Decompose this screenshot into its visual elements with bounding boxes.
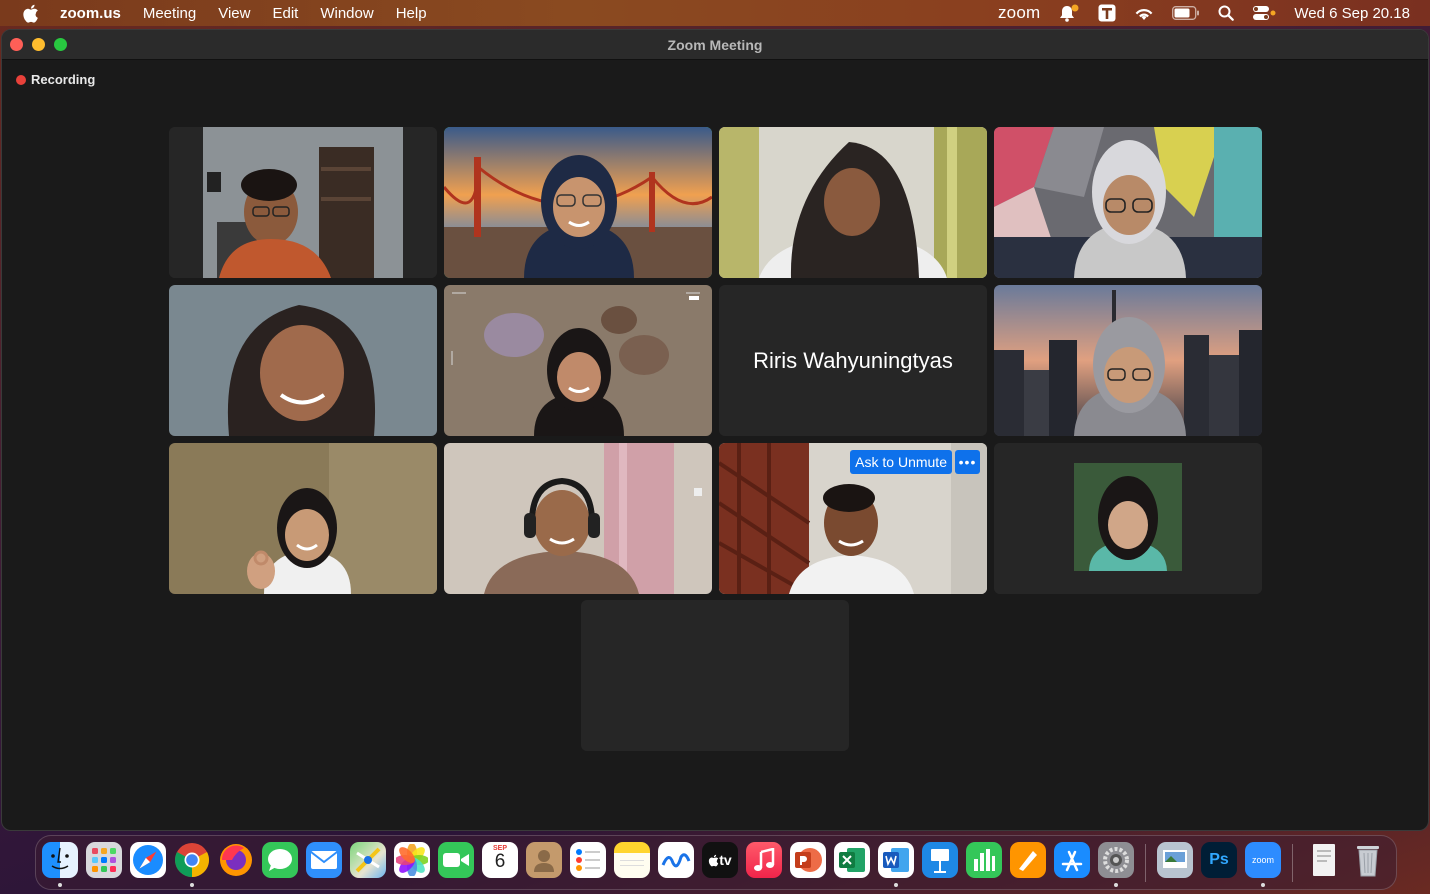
dock-messages-icon[interactable] (262, 842, 298, 878)
dock-photoshop-icon[interactable]: Ps (1201, 842, 1237, 878)
dock-excel-icon[interactable] (834, 842, 870, 878)
video-tile-2-active-speaker[interactable] (444, 127, 712, 278)
window-title: Zoom Meeting (667, 36, 763, 53)
video-tile-3[interactable] (719, 127, 987, 278)
video-tile-9[interactable] (169, 443, 437, 594)
participant-video (444, 285, 712, 436)
participant-video (169, 443, 437, 594)
participant-video (719, 127, 987, 278)
participant-video (994, 127, 1262, 278)
video-tile-11[interactable]: Ask to Unmute ••• (719, 443, 987, 594)
dock-photos-icon[interactable] (394, 842, 430, 878)
battery-icon[interactable] (1172, 6, 1200, 20)
video-tile-7-name-card[interactable]: Riris Wahyuningtyas (719, 285, 987, 436)
video-tile-13-empty[interactable] (581, 600, 849, 751)
video-tile-8[interactable] (994, 285, 1262, 436)
close-window-button[interactable] (10, 38, 23, 51)
dock-app-store-icon[interactable] (1054, 842, 1090, 878)
participant-video (444, 127, 712, 278)
dock-finder-icon[interactable] (42, 842, 78, 878)
video-tile-6[interactable] (444, 285, 712, 436)
dock-word-icon[interactable] (878, 842, 914, 878)
notification-bell-icon[interactable] (1058, 4, 1080, 22)
minimize-window-button[interactable] (32, 38, 45, 51)
dock-music-icon[interactable] (746, 842, 782, 878)
participant-profile-picture (994, 443, 1262, 594)
dock-notes-icon[interactable] (614, 842, 650, 878)
menu-view[interactable]: View (207, 5, 261, 22)
wifi-icon[interactable] (1134, 6, 1154, 21)
dock: SEP 6 tv Ps zoom (35, 835, 1397, 890)
menu-meeting[interactable]: Meeting (132, 5, 207, 22)
dock-calendar-icon[interactable]: SEP 6 (482, 842, 518, 878)
dock-preview-icon[interactable] (1157, 842, 1193, 878)
dock-maps-icon[interactable] (350, 842, 386, 878)
dock-trash-icon[interactable] (1350, 842, 1386, 878)
chrome-running-dot (190, 883, 194, 887)
dock-reminders-icon[interactable] (570, 842, 606, 878)
dock-documents-stack-icon[interactable] (1306, 842, 1342, 878)
calendar-day: 6 (494, 851, 506, 872)
zoom-running-dot (1261, 883, 1265, 887)
video-tile-5[interactable] (169, 285, 437, 436)
dock-contacts-icon[interactable] (526, 842, 562, 878)
dock-launchpad-icon[interactable] (86, 842, 122, 878)
video-tile-10[interactable] (444, 443, 712, 594)
dock-system-settings-icon[interactable] (1098, 842, 1134, 878)
menu-window[interactable]: Window (309, 5, 384, 22)
settings-running-dot (1114, 883, 1118, 887)
tv-label: tv (719, 852, 732, 868)
window-controls (10, 38, 76, 51)
window-titlebar: Zoom Meeting (2, 30, 1428, 60)
dock-safari-icon[interactable] (130, 842, 166, 878)
participant-name-card: Riris Wahyuningtyas (753, 347, 953, 373)
dock-powerpoint-icon[interactable] (790, 842, 826, 878)
video-tile-12-profile-photo[interactable] (994, 443, 1262, 594)
participant-video (169, 127, 437, 278)
participant-video (169, 285, 437, 436)
recording-indicator[interactable]: Recording (16, 72, 95, 87)
more-options-button[interactable]: ••• (955, 450, 980, 474)
search-icon[interactable] (1218, 5, 1235, 21)
dock-separator (1145, 844, 1146, 882)
participant-video (444, 443, 712, 594)
dock-apple-tv-icon[interactable]: tv (702, 842, 738, 878)
video-tile-4[interactable] (994, 127, 1262, 278)
menu-bar: zoom.us Meeting View Edit Window Help zo… (0, 0, 1430, 26)
dock-chrome-icon[interactable] (174, 842, 210, 878)
dock-mail-icon[interactable] (306, 842, 342, 878)
video-tile-1[interactable] (169, 127, 437, 278)
zoom-window-button[interactable] (54, 38, 67, 51)
recording-label: Recording (31, 72, 96, 87)
menu-edit[interactable]: Edit (261, 5, 309, 22)
ask-to-unmute-button[interactable]: Ask to Unmute (850, 450, 952, 474)
word-running-dot (894, 883, 898, 887)
control-center-icon[interactable] (1252, 5, 1276, 21)
dock-firefox-icon[interactable] (218, 842, 254, 878)
dock-facetime-icon[interactable] (438, 842, 474, 878)
menu-clock[interactable]: Wed 6 Sep 20.18 (1294, 5, 1410, 22)
dock-keynote-icon[interactable] (922, 842, 958, 878)
text-t-icon[interactable] (1098, 4, 1116, 22)
participant-video (994, 285, 1262, 436)
recording-dot-icon (16, 74, 26, 85)
menu-help[interactable]: Help (385, 5, 438, 22)
dock-zoom-icon[interactable]: zoom (1245, 842, 1281, 878)
dock-freeform-icon[interactable] (658, 842, 694, 878)
dock-numbers-icon[interactable] (966, 842, 1002, 878)
apple-menu-icon[interactable] (0, 4, 60, 23)
dock-separator (1292, 844, 1293, 882)
zoom-status-item[interactable]: zoom (998, 3, 1040, 23)
zoom-meeting-window: Zoom Meeting Recording Riris Wahyuningty… (1, 29, 1429, 831)
finder-running-dot (58, 883, 62, 887)
dock-pages-icon[interactable] (1010, 842, 1046, 878)
app-menu[interactable]: zoom.us (60, 5, 132, 22)
